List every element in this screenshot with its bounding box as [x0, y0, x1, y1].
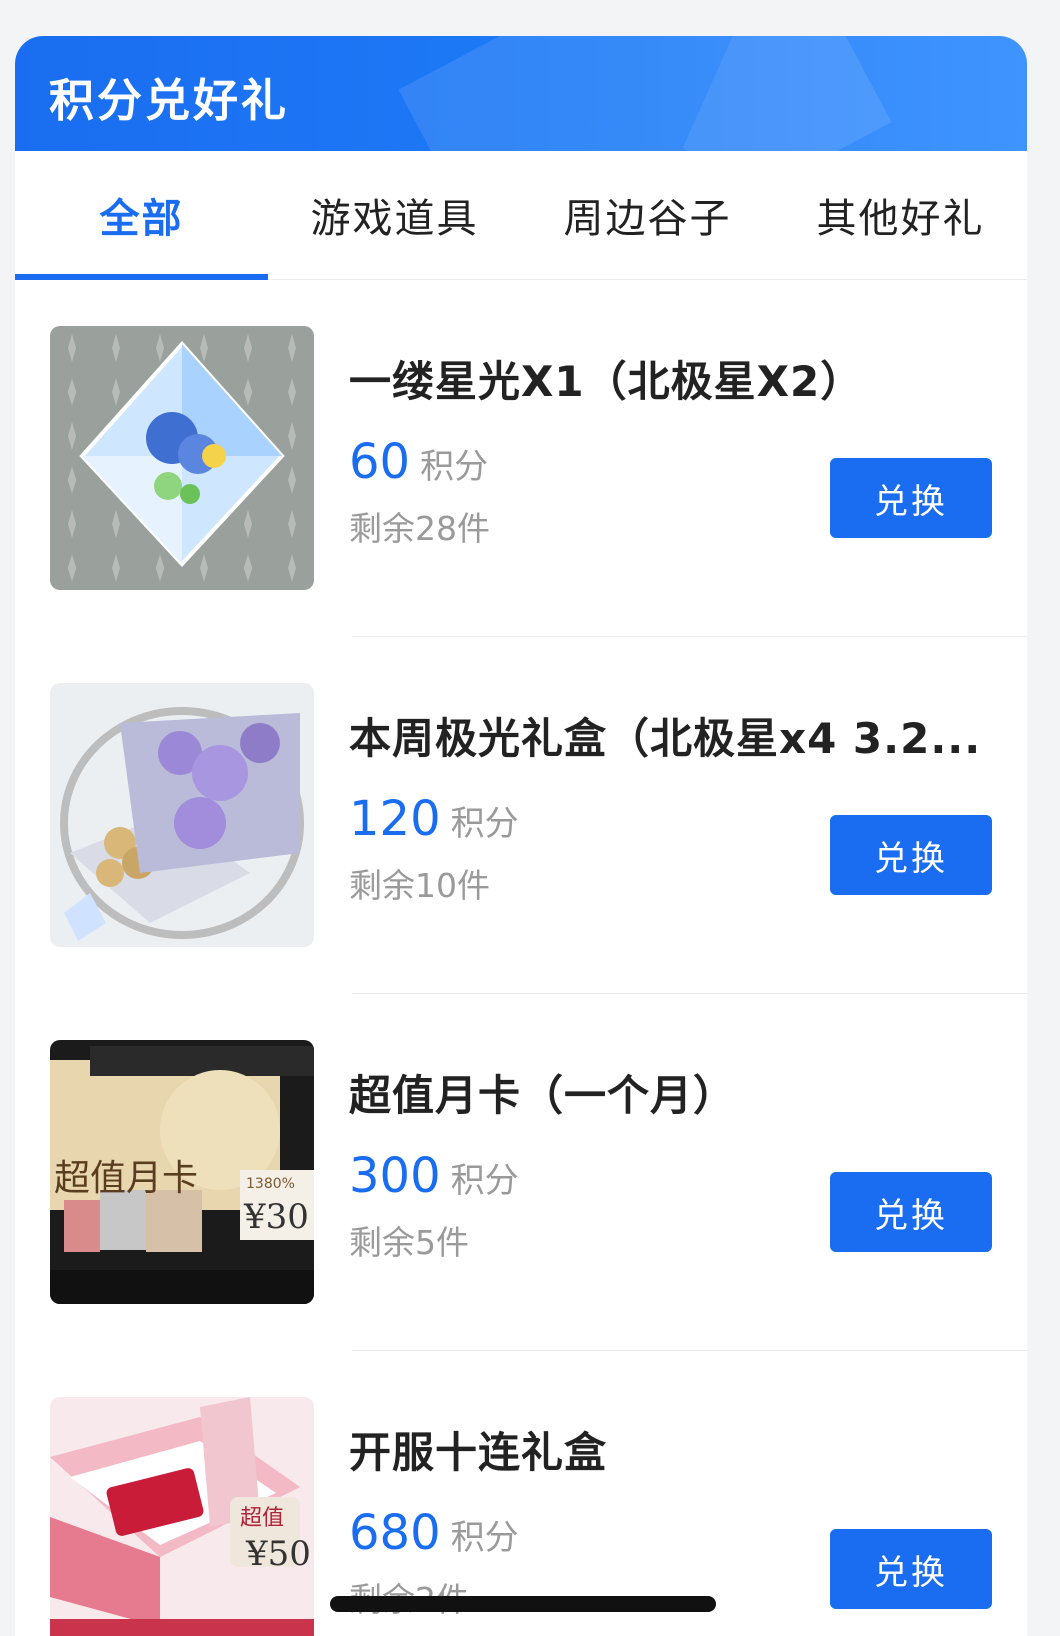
thumb-tag: 超值	[240, 1506, 284, 1531]
reward-list: 一缕星光X1（北极星X2） 60 积分 剩余28件 兑换 本周极光礼盒（北极星x…	[15, 280, 1027, 1636]
item-name: 超值月卡（一个月）	[349, 1071, 737, 1120]
price-unit: 积分	[420, 447, 489, 487]
gift-box-icon	[50, 683, 314, 947]
redeem-button[interactable]: 兑换	[830, 458, 992, 538]
price-unit: 积分	[450, 1161, 519, 1201]
item-stock: 剩余28件	[349, 509, 490, 548]
item-name: 一缕星光X1（北极星X2）	[349, 357, 864, 406]
list-item: 本周极光礼盒（北极星x4 3.2... 120 积分 剩余10件 兑换	[15, 637, 1027, 994]
tab-merch[interactable]: 周边谷子	[521, 151, 774, 279]
item-price: 120 积分	[349, 789, 519, 854]
item-stock: 剩余5件	[349, 1223, 469, 1262]
item-price: 60 积分	[349, 432, 488, 497]
crystal-diamond-icon	[50, 326, 314, 590]
tab-other-gifts[interactable]: 其他好礼	[774, 151, 1027, 279]
price-unit: 积分	[450, 1518, 519, 1558]
thumb-title: 超值月卡	[54, 1158, 198, 1199]
ten-pull-box-icon: 超值 ¥50	[50, 1397, 314, 1636]
tab-all[interactable]: 全部	[15, 151, 268, 280]
rewards-card: 积分兑好礼 全部 游戏道具 周边谷子 其他好礼 一缕星光X1（北极星X2） 60…	[15, 36, 1027, 1636]
list-item: 超值 ¥50 开服十连礼盒 680积分 剩余2件 兑换	[15, 1351, 1027, 1636]
item-price: 680 积分	[349, 1503, 519, 1568]
price-unit: 积分	[450, 804, 519, 844]
redeem-button[interactable]: 兑换	[830, 1172, 992, 1252]
redeem-button[interactable]: 兑换	[830, 1529, 992, 1609]
thumb-badge: 1380%	[246, 1176, 295, 1192]
item-stock: 剩余10件	[349, 866, 490, 905]
list-item: 超值月卡 1380% ¥30 超值月卡（一个月） 300 积分 剩余5件 兑换	[15, 994, 1027, 1351]
header-banner: 积分兑好礼	[15, 36, 1027, 151]
item-name: 本周极光礼盒（北极星x4 3.2...	[349, 714, 982, 763]
list-item: 一缕星光X1（北极星X2） 60 积分 剩余28件 兑换	[15, 280, 1027, 637]
page-title: 积分兑好礼	[49, 74, 290, 127]
home-indicator[interactable]	[330, 1596, 716, 1612]
redeem-button[interactable]: 兑换	[830, 815, 992, 895]
thumb-price: ¥30	[243, 1197, 309, 1237]
category-tabs: 全部 游戏道具 周边谷子 其他好礼	[15, 151, 1027, 280]
price-value: 60	[349, 434, 411, 490]
price-value: 300	[349, 1148, 441, 1204]
price-value: 120	[349, 791, 441, 847]
tab-game-items[interactable]: 游戏道具	[268, 151, 521, 279]
item-price: 300 积分	[349, 1146, 519, 1211]
item-name: 开服十连礼盒	[349, 1428, 608, 1477]
price-value: 680	[349, 1505, 441, 1561]
thumb-price: ¥50	[245, 1534, 311, 1574]
monthly-card-icon: 超值月卡 1380% ¥30	[50, 1040, 314, 1304]
